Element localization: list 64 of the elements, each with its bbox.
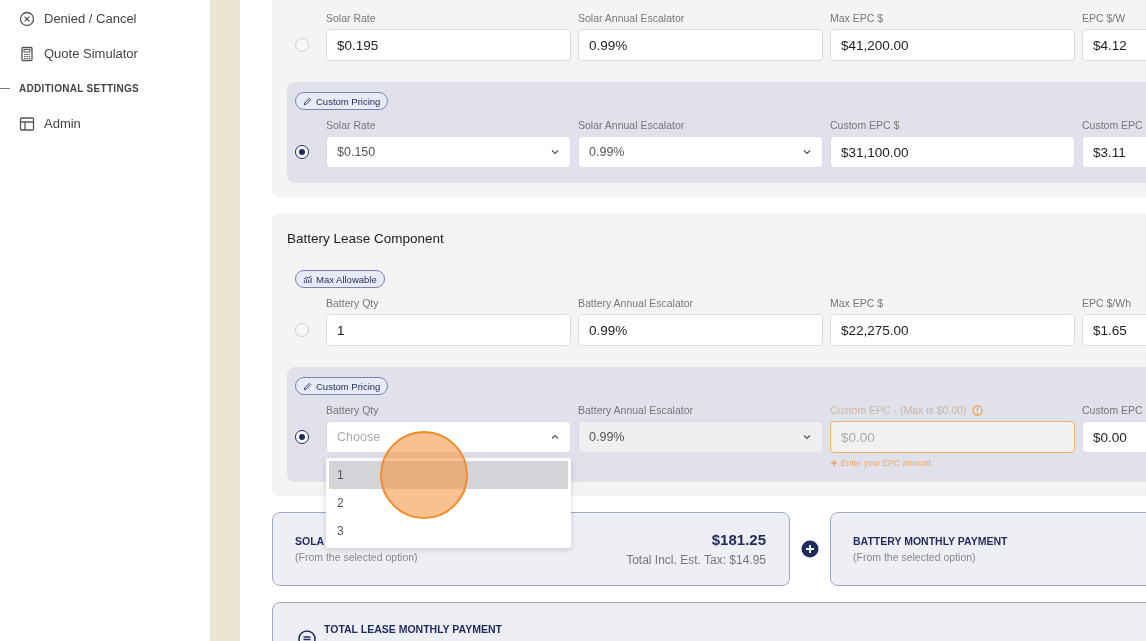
sidebar-item[interactable]: Quote Simulator [0, 36, 210, 71]
field-label: Custom EPC $ [830, 119, 900, 131]
card-title: SOLA [295, 535, 326, 547]
input-field[interactable]: $41,200.00 [830, 29, 1075, 61]
section-heading: ADDITIONAL SETTINGS [19, 83, 139, 94]
sparkle-icon [830, 459, 838, 467]
field-label: Battery Annual Escalator [578, 404, 693, 416]
field-label: Battery Annual Escalator [578, 297, 693, 309]
field-label: Battery Qty [326, 404, 379, 416]
input-field[interactable]: 0.99% [578, 29, 823, 61]
warning-icon [971, 404, 983, 416]
card-subtitle: (From the selected option) [853, 551, 977, 563]
select-field[interactable]: 0.99% [578, 136, 823, 168]
chart-icon [303, 274, 312, 284]
calculator-icon [19, 45, 35, 62]
select-field[interactable]: $0.150 [326, 136, 571, 168]
field-label: Solar Rate [326, 12, 376, 24]
input-field[interactable]: $3.11 [1082, 136, 1146, 168]
input-field[interactable]: $0.195 [326, 29, 571, 61]
plus-icon [801, 540, 819, 558]
chevron-icon [550, 432, 560, 442]
pencil-icon [303, 96, 312, 106]
card-title: BATTERY MONTHLY PAYMENT [853, 535, 1008, 547]
dropdown-option[interactable]: 3 [329, 517, 568, 545]
radio-button[interactable] [295, 145, 309, 159]
field-label: Solar Annual Escalator [578, 12, 685, 24]
field-label: Max EPC $ [830, 12, 884, 24]
field-label: Custom EPC [1082, 119, 1143, 131]
hint-text: Enter your EPC amount. [841, 458, 934, 468]
field-label: Custom EPC - (Max is $0.00) [830, 404, 967, 416]
card-title: TOTAL LEASE MONTHLY PAYMENT [324, 623, 502, 637]
field-label: Custom EPC [1082, 404, 1143, 416]
cancel-icon [19, 10, 35, 27]
pencil-icon [303, 381, 312, 391]
input-field[interactable]: $0.00 [830, 421, 1075, 453]
pricing-badge: Custom Pricing [295, 377, 389, 395]
input-field[interactable]: $4.12 [1082, 29, 1146, 61]
chevron-icon [802, 432, 812, 442]
input-field[interactable]: 0.99% [578, 314, 823, 346]
layout-icon [19, 115, 35, 132]
sidebar-item[interactable]: Denied / Cancel [0, 1, 210, 36]
field-label: Battery Qty [326, 297, 379, 309]
field-label: Solar Rate [326, 119, 376, 131]
field-label: Solar Annual Escalator [578, 119, 685, 131]
pricing-badge: Max Allowable [295, 270, 385, 288]
card-subtitle: (From the selected option) [295, 551, 418, 563]
input-field[interactable]: $1.65 [1082, 314, 1146, 346]
chevron-icon [550, 147, 560, 157]
tax-text: Total Incl. Est. Tax: $14.95 [626, 553, 766, 567]
sidebar-item[interactable]: Admin [0, 106, 210, 141]
field-label: EPC $/Wh [1082, 297, 1131, 309]
dropdown-option[interactable]: 2 [329, 489, 568, 517]
input-field[interactable]: $22,275.00 [830, 314, 1075, 346]
field-label: EPC $/W [1082, 12, 1126, 24]
dropdown-option[interactable]: 1 [329, 461, 568, 489]
pricing-badge: Custom Pricing [295, 92, 389, 110]
payment-amount: $181.25 [710, 531, 766, 548]
chevron-icon [802, 147, 812, 157]
input-field[interactable]: $0.00 [1082, 421, 1146, 453]
input-field[interactable]: 1 [326, 314, 571, 346]
radio-button[interactable] [295, 430, 309, 444]
section-title: Battery Lease Component [287, 231, 445, 246]
field-label: Max EPC $ [830, 297, 884, 309]
input-field[interactable]: $31,100.00 [830, 136, 1075, 168]
